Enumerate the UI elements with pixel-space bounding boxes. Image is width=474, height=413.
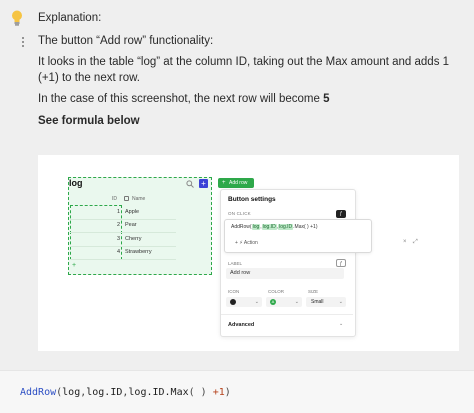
row-id: 4 [116, 249, 120, 255]
see-formula-text: See formula below [38, 115, 140, 127]
code-punct: ) [224, 387, 231, 398]
row-name: Cherry [125, 236, 142, 242]
size-select[interactable]: Small ⌄ [306, 297, 346, 307]
next-row-value: 5 [323, 93, 330, 105]
explanation-line-2: It looks in the table “log” at the colum… [38, 56, 450, 84]
table-row[interactable]: 3 Cherry [70, 233, 176, 247]
code-number: +1 [212, 387, 225, 398]
formula-token: log.ID [261, 224, 277, 230]
row-name: Pear [125, 222, 137, 228]
explanation-callout: Explanation: The button “Add row” functi… [0, 0, 474, 366]
formula-code: AddRow(log,log.ID,log.ID.Max( ) +1) [20, 387, 231, 398]
code-punct: ( ) [188, 387, 213, 398]
plus-icon: + [222, 180, 226, 186]
add-row-button[interactable]: + Add row [218, 178, 254, 188]
icon-select[interactable]: ⌄ [226, 297, 262, 307]
close-icon[interactable]: × [403, 239, 407, 245]
drag-handle-icon[interactable] [22, 37, 28, 47]
label-formula-toggle[interactable]: ƒ [336, 259, 346, 267]
formula-fn: AddRow( [231, 224, 252, 230]
panel-divider [221, 314, 353, 315]
explanation-line-3-text: In the case of this screenshot, the next… [38, 93, 324, 105]
formula-token: log [251, 224, 261, 230]
row-name: Apple [125, 209, 140, 215]
formula-tail: .Max( ) +1) [293, 224, 318, 230]
size-field-label: SIZE [308, 289, 319, 294]
row-id: 1 [116, 209, 120, 215]
chevron-down-icon[interactable]: ⌄ [339, 321, 343, 327]
chevron-down-icon: ⌄ [254, 299, 259, 305]
search-icon[interactable] [186, 180, 194, 188]
chevron-down-icon: ⌄ [338, 299, 343, 305]
row-id: 2 [116, 222, 120, 228]
expand-icon[interactable]: ⤢ [413, 239, 418, 246]
row-id: 3 [116, 236, 120, 242]
icon-field-label: ICON [228, 289, 240, 294]
add-row-label: Add row [229, 180, 248, 186]
advanced-section-toggle[interactable]: Advanced [228, 322, 254, 328]
color-select[interactable]: A ⌄ [266, 297, 302, 307]
size-value: Small [311, 299, 324, 305]
code-arg: log.ID [86, 387, 123, 398]
row-name: Strawberry [125, 249, 152, 255]
code-fn: AddRow [20, 387, 57, 398]
explanation-line-1: The button “Add row” functionality: [38, 35, 214, 47]
add-table-row-icon[interactable]: + [72, 262, 76, 269]
label-input[interactable]: Add row [226, 268, 344, 279]
table-title: log [69, 178, 83, 188]
add-action-button[interactable]: + ⚡ Action [235, 240, 258, 246]
chevron-down-icon: ⌄ [294, 299, 299, 305]
column-header-id: ID [112, 196, 117, 202]
explanation-line-3: In the case of this screenshot, the next… [38, 92, 330, 107]
on-click-label: ON CLICK [228, 211, 251, 216]
color-field-label: COLOR [268, 289, 285, 294]
color-swatch-icon: A [270, 299, 276, 305]
table-row[interactable]: 2 Pear [70, 219, 176, 233]
table-add-button[interactable]: + [199, 179, 208, 188]
code-arg: log [62, 387, 81, 398]
code-arg: log.ID.Max [128, 387, 189, 398]
formula-text: AddRow(log,log.ID,log.ID.Max( ) +1) [231, 224, 317, 230]
plus-circle-icon [230, 299, 236, 305]
formula-toggle-button[interactable]: ƒ [336, 210, 346, 218]
table-row[interactable]: 1 Apple [70, 206, 176, 220]
lightbulb-icon [12, 10, 22, 26]
column-header-name: Name [132, 196, 146, 202]
explanation-heading: Explanation: [38, 12, 102, 24]
panel-title: Button settings [228, 196, 276, 203]
table-row[interactable]: 4 Strawberry [70, 246, 176, 260]
formula-token: log.ID [278, 224, 294, 230]
text-column-icon [124, 196, 129, 201]
label-field-label: LABEL [228, 261, 243, 266]
